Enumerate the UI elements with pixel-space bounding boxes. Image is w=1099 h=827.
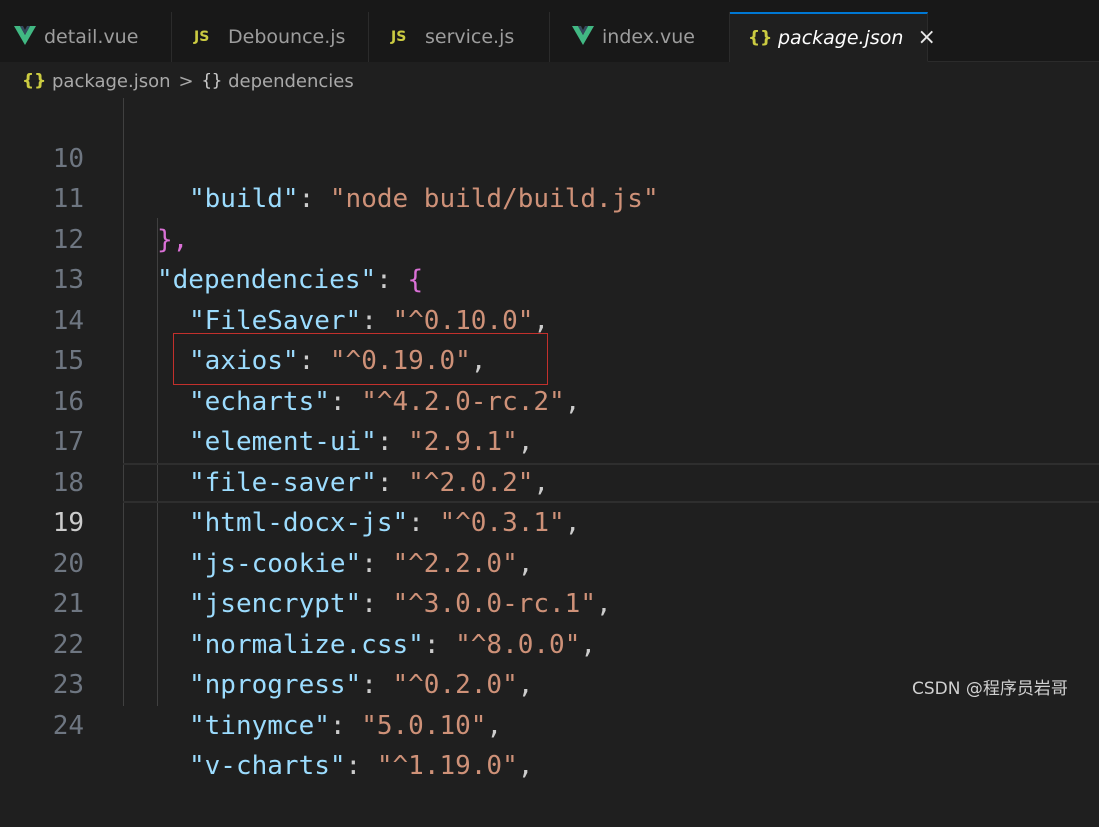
tab-label: package.json — [778, 26, 904, 49]
code-line: 16 "element-ui": "2.9.1", — [0, 341, 1099, 458]
json-colon: : — [345, 751, 377, 781]
code-line: 17 "file-saver": "^2.0.2", — [0, 382, 1099, 498]
tab-label: service.js — [425, 26, 515, 48]
object-icon: {} — [201, 71, 223, 91]
close-icon[interactable]: × — [917, 25, 935, 50]
tab-index-vue[interactable]: index.vue — [550, 12, 730, 62]
json-icon: {} — [748, 27, 773, 48]
watermark: CSDN @程序员岩哥 — [912, 679, 1068, 699]
code-line: 18 "html-docx-js": "^0.3.1", — [0, 422, 1099, 539]
vue-icon — [572, 25, 594, 50]
js-icon: JS — [194, 29, 210, 45]
breadcrumb-file[interactable]: package.json — [52, 71, 171, 92]
tab-service-js[interactable]: JS service.js — [369, 12, 550, 62]
tab-label: index.vue — [602, 26, 695, 48]
code-line-current: 19 "js-cookie": "^2.2.0", — [0, 462, 1099, 579]
code-line: 23 "tinymce": "5.0.10", — [0, 625, 1099, 741]
code-line: 15 "echarts": "^4.2.0-rc.2", — [0, 301, 1099, 417]
line-number: 24 — [52, 710, 84, 741]
json-key: "v-charts" — [189, 751, 346, 781]
json-icon: {} — [22, 71, 47, 91]
chevron-right-icon: > — [178, 70, 194, 92]
json-colon: : — [329, 710, 362, 741]
code-editor[interactable]: 10 "build": "node build/build.js" 11 }, … — [0, 98, 1099, 781]
tab-label: Debounce.js — [228, 26, 346, 48]
tab-debounce-js[interactable]: JS Debounce.js — [172, 12, 369, 62]
code-line: 20 "jsencrypt": "^3.0.0-rc.1", — [0, 503, 1099, 620]
breadcrumb-section[interactable]: dependencies — [228, 71, 354, 92]
code-line: 14 "axios": "^0.19.0", — [0, 260, 1099, 377]
tab-label: detail.vue — [44, 26, 139, 48]
highlight-box — [173, 333, 548, 385]
json-value: "^1.19.0" — [376, 751, 518, 781]
tab-package-json[interactable]: {} package.json × — [730, 12, 936, 62]
code-line: 10 "build": "node build/build.js" — [0, 98, 1099, 215]
code-line: 22 "nprogress": "^0.2.0", — [0, 584, 1099, 701]
json-comma: , — [517, 751, 534, 781]
code-line: 12 "dependencies": { — [0, 179, 1099, 296]
code-line: 11 }, — [0, 139, 1099, 255]
json-comma: , — [486, 710, 503, 741]
code-line: 13 "FileSaver": "^0.10.0", — [0, 220, 1099, 336]
vue-icon — [14, 25, 36, 50]
editor-tab-bar: detail.vue JS Debounce.js JS service.js … — [0, 0, 1099, 62]
json-key: "tinymce" — [189, 710, 330, 741]
js-icon: JS — [391, 29, 407, 45]
tab-detail-vue[interactable]: detail.vue — [0, 12, 172, 62]
json-value: "5.0.10" — [361, 710, 487, 741]
code-line: 21 "normalize.css": "^8.0.0", — [0, 544, 1099, 660]
breadcrumb: {} package.json > {} dependencies — [0, 62, 1099, 100]
